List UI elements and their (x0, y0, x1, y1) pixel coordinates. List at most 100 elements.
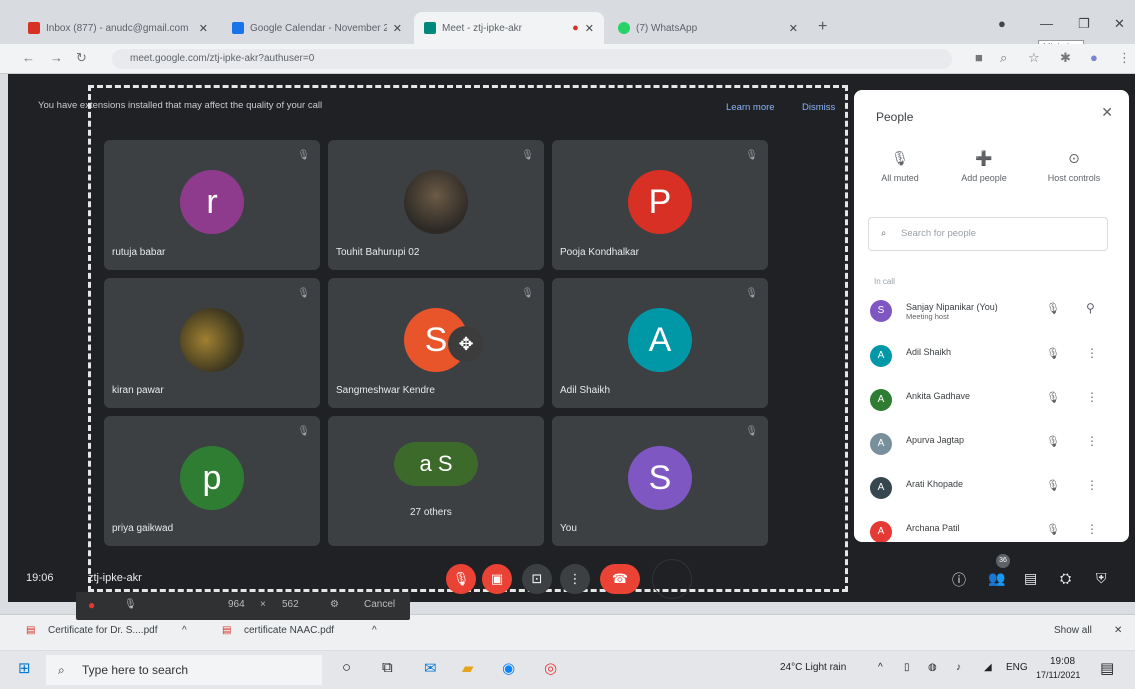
mic-icon[interactable]: 🎙 (124, 599, 137, 610)
notifications-icon[interactable]: ▤ (1100, 659, 1114, 677)
close-icon[interactable]: ✕ (199, 22, 208, 35)
pdf-icon: ▤ (26, 625, 36, 636)
chevron-up-icon[interactable]: ^ (372, 625, 377, 636)
mail-icon[interactable]: ✉ (424, 659, 437, 677)
gear-icon[interactable]: ⚙ (330, 599, 339, 610)
section-label: In call (874, 277, 895, 286)
close-icon[interactable]: ✕ (393, 22, 402, 35)
more-icon[interactable]: ⋮ (1086, 434, 1098, 448)
search-placeholder: Search for people (901, 228, 976, 239)
recording-dot-icon: ● (572, 22, 579, 34)
more-icon[interactable]: ⋮ (1086, 522, 1098, 536)
download-item[interactable]: Certificate for Dr. S....pdf (48, 625, 157, 636)
add-people-button[interactable]: ➕ Add people (944, 150, 1024, 183)
mic-off-icon[interactable]: 🎙 (1046, 347, 1060, 360)
participant-row[interactable]: A Arati Khopade 🎙 ⋮ (868, 471, 1118, 507)
present-button[interactable]: ⊡ (522, 564, 552, 594)
bookmark-star-icon[interactable]: ☆ (1028, 50, 1040, 66)
reload-icon[interactable]: ↻ (76, 50, 87, 66)
taskbar-time[interactable]: 19:08 (1050, 656, 1075, 667)
close-window-button[interactable]: ✕ (1114, 16, 1125, 32)
activities-icon[interactable]: ⛭ (1060, 570, 1071, 587)
whatsapp-icon (618, 22, 630, 34)
people-panel: People ✕ 🎙 All muted ➕ Add people ⊙ Host co… (854, 90, 1129, 542)
back-icon[interactable]: ← (22, 50, 35, 65)
mic-off-icon[interactable]: 🎙 (1046, 523, 1060, 536)
battery-icon[interactable]: ▯ (904, 662, 910, 673)
new-tab-button[interactable]: + (818, 18, 827, 36)
toggle-icon: ⊙ (1068, 150, 1080, 166)
language-indicator[interactable]: ENG (1006, 662, 1028, 673)
url-field[interactable]: meet.google.com/ztj-ipke-akr?authuser=0 (112, 49, 952, 69)
show-all-button[interactable]: Show all (1054, 625, 1092, 636)
task-view-icon[interactable]: ⧉ (382, 659, 393, 676)
mic-off-icon[interactable]: 🎙 (1046, 302, 1060, 315)
windows-start-icon[interactable]: ⊞ (18, 659, 31, 677)
participant-row[interactable]: A Apurva Jagtap 🎙 ⋮ (868, 427, 1118, 463)
more-icon[interactable]: ⋮ (1086, 390, 1098, 404)
search-placeholder: Type here to search (82, 663, 189, 677)
cortana-icon[interactable]: ○ (342, 659, 351, 676)
meeting-clock: 19:06 (26, 572, 54, 584)
chevron-up-icon[interactable]: ^ (182, 625, 187, 636)
wifi-icon[interactable]: ◢ (984, 662, 992, 673)
participant-row[interactable]: S Sanjay Nipanikar (You) Meeting host 🎙 … (868, 294, 1118, 330)
chat-icon[interactable]: ▤ (1024, 570, 1037, 587)
taskbar-date[interactable]: 17/11/2021 (1036, 670, 1080, 680)
pin-icon[interactable]: ⚲ (1086, 301, 1095, 315)
tab-gmail[interactable]: Inbox (877) - anudc@gmail.com ✕ (18, 12, 218, 44)
people-search-input[interactable]: ⌕ Search for people (868, 217, 1108, 251)
participant-row[interactable]: A Adil Shaikh 🎙 ⋮ (868, 339, 1118, 375)
participant-row[interactable]: A Ankita Gadhave 🎙 ⋮ (868, 383, 1118, 419)
minimize-button[interactable]: — (1040, 16, 1053, 31)
panel-title: People (876, 110, 914, 124)
participant-row[interactable]: A Archana Patil 🎙 ⋮ (868, 515, 1118, 542)
leave-call-button[interactable]: ☎ (600, 564, 640, 594)
tab-title: Inbox (877) - anudc@gmail.com (46, 22, 189, 34)
camera-icon[interactable]: ■ (975, 50, 983, 65)
more-options-button[interactable]: ⋮ (560, 564, 590, 594)
close-icon[interactable]: ✕ (1101, 104, 1113, 121)
extensions-icon[interactable]: ✱ (1060, 50, 1071, 66)
people-icon[interactable]: 👥 (988, 570, 1005, 587)
mic-off-icon[interactable]: 🎙 (1046, 479, 1060, 492)
zoom-icon[interactable]: ⌕ (1000, 50, 1007, 66)
taskbar-search[interactable]: ⌕ Type here to search (46, 655, 322, 685)
network-icon[interactable]: ◍ (928, 662, 937, 673)
close-icon[interactable]: ✕ (1114, 625, 1122, 636)
capture-height[interactable]: 562 (282, 599, 299, 610)
record-button[interactable]: ● (88, 598, 95, 612)
edge-icon[interactable]: ◉ (502, 659, 515, 677)
screen-capture-selection[interactable] (88, 85, 848, 592)
avatar-icon[interactable]: ● (1090, 50, 1098, 65)
camera-toggle-button[interactable]: ▣ (482, 564, 512, 594)
forward-icon[interactable]: → (50, 50, 63, 65)
file-explorer-icon[interactable]: ▰ (462, 659, 474, 677)
capture-width[interactable]: 964 (228, 599, 245, 610)
mic-toggle-button[interactable]: 🎙 (446, 564, 476, 594)
more-icon[interactable]: ⋮ (1086, 346, 1098, 360)
close-icon[interactable]: ✕ (789, 22, 798, 35)
participant-count-badge: 36 (996, 554, 1010, 568)
cancel-button[interactable]: Cancel (364, 599, 395, 610)
info-icon[interactable]: ⓘ (952, 570, 966, 590)
download-item[interactable]: certificate NAAC.pdf (244, 625, 334, 636)
menu-icon[interactable]: ⋮ (1118, 50, 1131, 66)
mic-off-icon[interactable]: 🎙 (1046, 435, 1060, 448)
volume-icon[interactable]: ♪ (956, 662, 961, 673)
maximize-button[interactable]: ❐ (1078, 16, 1090, 32)
tab-calendar[interactable]: Google Calendar - November 2 ✕ (222, 12, 412, 44)
host-controls-icon[interactable]: ⛨ (1096, 570, 1107, 587)
host-controls-button[interactable]: ⊙ Host controls (1034, 150, 1114, 183)
profile-icon[interactable]: ● (998, 16, 1006, 31)
chevron-up-icon[interactable]: ^ (878, 662, 883, 673)
tab-whatsapp[interactable]: (7) WhatsApp ✕ (608, 12, 808, 44)
chrome-icon[interactable]: ◎ (544, 659, 557, 677)
weather-status[interactable]: 24°C Light rain (780, 662, 846, 673)
mic-off-icon[interactable]: 🎙 (1046, 391, 1060, 404)
all-muted-button[interactable]: 🎙 All muted (860, 150, 940, 183)
tab-meet[interactable]: Meet - ztj-ipke-akr ● ✕ (414, 12, 604, 44)
more-icon[interactable]: ⋮ (1086, 478, 1098, 492)
close-icon[interactable]: ✕ (585, 22, 594, 35)
meeting-code: ztj-ipke-akr (88, 572, 142, 584)
